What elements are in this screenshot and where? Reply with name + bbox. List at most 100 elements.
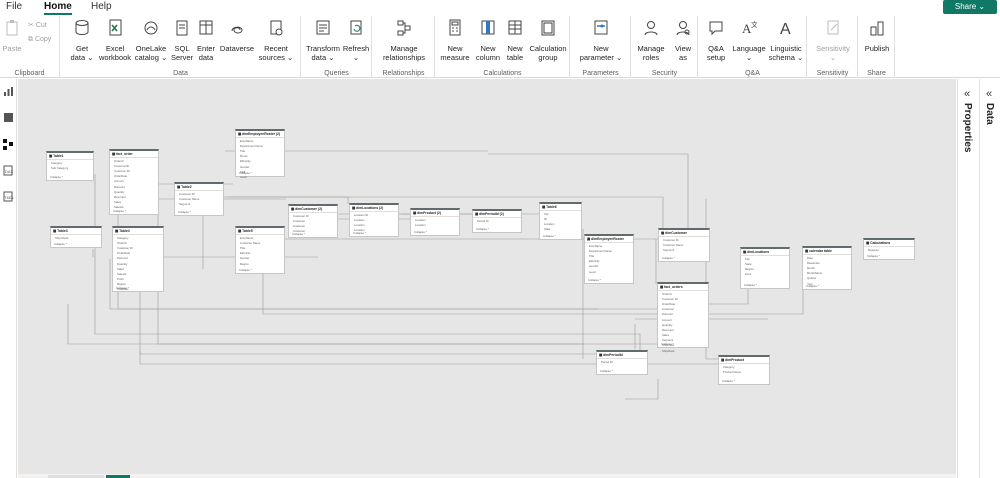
- collapse-fields-toggle[interactable]: Collapse ^: [236, 268, 255, 272]
- collapse-fields-toggle[interactable]: Collapse ^: [113, 286, 132, 290]
- table-card-title[interactable]: ▦ Table3: [51, 228, 101, 235]
- collapse-fields-toggle[interactable]: Collapse ^: [175, 210, 194, 214]
- table-card-title[interactable]: ▦ calendar table: [803, 248, 851, 255]
- model-table-card[interactable]: ▦ dimPeriodId (2) Period ID Collapse ^: [472, 209, 522, 233]
- collapse-fields-toggle[interactable]: Collapse ^: [411, 230, 430, 234]
- model-table-card[interactable]: ▦ Table4 Category OrderId Customer ID OrderD…: [112, 226, 164, 292]
- table-field[interactable]: Product Name: [719, 369, 769, 374]
- collapse-fields-toggle[interactable]: Collapse ^: [658, 342, 677, 346]
- collapse-fields-toggle[interactable]: Collapse ^: [289, 232, 308, 236]
- model-table-card[interactable]: ▦ Table6 City ID Location State Collapse ^: [539, 202, 582, 240]
- model-table-card[interactable]: ▦ calendar table Date DateIndex Month MonthN…: [802, 246, 852, 290]
- recent-sources-button[interactable]: Recent sources ⌄: [258, 19, 294, 62]
- report-view-icon[interactable]: [3, 86, 14, 97]
- table-card-title[interactable]: ▦ dimEmployeeRoster: [585, 236, 633, 243]
- sensitivity-button[interactable]: Sensitivity ⌄: [812, 19, 854, 62]
- table-view-icon[interactable]: [3, 112, 14, 123]
- collapse-fields-toggle[interactable]: Collapse ^: [473, 227, 492, 231]
- expand-data-icon[interactable]: «: [986, 88, 992, 100]
- model-table-card[interactable]: ▦ dimPeriodId Period ID Collapse ^: [596, 350, 648, 375]
- collapse-fields-toggle[interactable]: Collapse ^: [719, 379, 738, 383]
- enter-data-button[interactable]: Enter data: [195, 19, 217, 62]
- model-table-card[interactable]: ▦ dimCustomer Customer ID Customer Name Seg…: [658, 228, 710, 262]
- table-card-title[interactable]: ▦ dimLocations: [741, 249, 789, 256]
- linguistic-schema-button[interactable]: A Linguistic schema ⌄: [767, 19, 805, 62]
- table-field[interactable]: Segment: [175, 201, 223, 206]
- dataverse-button[interactable]: Dataverse: [219, 19, 255, 53]
- model-table-card[interactable]: ▦ dimProduct (2) Location Location Collapse…: [410, 208, 460, 236]
- model-table-card[interactable]: ▦ fact_order OrderId CustomerID Customer ID…: [109, 149, 159, 215]
- tab-file[interactable]: File: [6, 0, 22, 13]
- calculation-group-button[interactable]: Calculation group: [528, 19, 568, 62]
- table-card-title[interactable]: ▦ fact_order: [110, 151, 158, 158]
- model-table-card[interactable]: ▦ dimEmployeeRoster (2) EmpName Department…: [235, 129, 285, 179]
- properties-title[interactable]: Properties: [962, 103, 973, 152]
- table-field[interactable]: Period ID: [597, 359, 647, 364]
- table-field[interactable]: State: [540, 227, 581, 232]
- table-field[interactable]: Measure: [864, 247, 914, 252]
- manage-roles-button[interactable]: Manage roles: [634, 19, 668, 62]
- collapse-fields-toggle[interactable]: Collapse ^: [51, 242, 70, 246]
- table-field[interactable]: Zone: [741, 272, 789, 277]
- table-field[interactable]: Segment: [659, 247, 709, 252]
- collapse-fields-toggle[interactable]: Collapse ^: [864, 254, 883, 258]
- table-card-title[interactable]: ▦ Table5: [236, 228, 284, 235]
- table-card-title[interactable]: ▦ dimPeriodId: [597, 352, 647, 359]
- collapse-fields-toggle[interactable]: Collapse ^: [597, 369, 616, 373]
- collapse-fields-toggle[interactable]: Collapse ^: [350, 231, 369, 235]
- new-table-button[interactable]: New table: [504, 19, 526, 62]
- collapse-fields-toggle[interactable]: Collapse ^: [741, 283, 760, 287]
- table-card-title[interactable]: ▦ dimLocations (2): [350, 205, 398, 212]
- table-card-title[interactable]: ▦ dimPeriodId (2): [473, 211, 521, 218]
- excel-workbook-button[interactable]: Excel workbook: [98, 19, 132, 62]
- table-card-title[interactable]: ▦ dimCustomer: [659, 230, 709, 237]
- new-measure-button[interactable]: New measure: [438, 19, 472, 62]
- get-data-button[interactable]: Get data ⌄: [67, 19, 97, 62]
- table-card-title[interactable]: ▦ Table6: [540, 204, 581, 211]
- table-card-title[interactable]: ▦ Calculations: [864, 240, 914, 247]
- cut-button[interactable]: ✂ Cut: [28, 21, 47, 29]
- sql-server-button[interactable]: SQL Server: [170, 19, 194, 62]
- table-card-title[interactable]: ▦ fact_orders: [658, 284, 708, 291]
- qa-setup-button[interactable]: Q&A setup: [701, 19, 731, 62]
- table-card-title[interactable]: ▦ dimProduct (2): [411, 210, 459, 217]
- model-table-card[interactable]: ▦ dimProduct Category Product Name Collapse…: [718, 355, 770, 385]
- model-table-card[interactable]: ▦ fact_orders OrderId Customer ID OrderDate…: [657, 282, 709, 353]
- table-field[interactable]: Level: [236, 174, 284, 179]
- collapse-fields-toggle[interactable]: Collapse ^: [236, 171, 255, 175]
- collapse-fields-toggle[interactable]: Collapse ^: [47, 175, 66, 179]
- table-field[interactable]: Period ID: [473, 218, 521, 223]
- model-table-card[interactable]: ▦ dimLocations City State Region Zone Collaps…: [740, 247, 790, 289]
- table-field[interactable]: Level: [585, 269, 633, 274]
- model-table-card[interactable]: ▦ Calculations Measure Collapse ^: [863, 238, 915, 260]
- tab-home[interactable]: Home: [44, 0, 72, 15]
- refresh-button[interactable]: Refresh ⌄: [342, 19, 370, 62]
- share-button[interactable]: Share ⌄: [943, 0, 997, 14]
- collapse-fields-toggle[interactable]: Collapse ^: [803, 284, 822, 288]
- data-title[interactable]: Data: [984, 103, 995, 125]
- collapse-fields-toggle[interactable]: Collapse ^: [659, 256, 678, 260]
- tmdl-view-icon[interactable]: TMDL: [3, 191, 14, 202]
- table-field[interactable]: ShipMode: [658, 348, 708, 353]
- tab-help[interactable]: Help: [91, 0, 112, 13]
- table-field[interactable]: Location: [411, 222, 459, 227]
- manage-relationships-button[interactable]: Manage relationships: [377, 19, 431, 62]
- collapse-fields-toggle[interactable]: Collapse ^: [585, 278, 604, 282]
- model-table-card[interactable]: ▦ Table3 Ship Mode Collapse ^: [50, 226, 102, 248]
- transform-data-button[interactable]: Transform data ⌄: [306, 19, 340, 62]
- table-card-title[interactable]: ▦ Table2: [175, 184, 223, 191]
- onelake-catalog-button[interactable]: OneLake catalog ⌄: [134, 19, 168, 62]
- collapse-fields-toggle[interactable]: Collapse ^: [540, 234, 559, 238]
- table-card-title[interactable]: ▦ Table4: [113, 228, 163, 235]
- model-view-icon[interactable]: [3, 139, 14, 150]
- model-table-card[interactable]: ▦ dimCustomer (2) Customer ID Customer Cust…: [288, 204, 338, 238]
- model-table-card[interactable]: ▦ dimEmployeeRoster EmpName Department Nam…: [584, 234, 634, 284]
- copy-button[interactable]: ⧉ Copy: [28, 36, 51, 44]
- new-column-button[interactable]: New column: [474, 19, 502, 62]
- collapse-fields-toggle[interactable]: Collapse ^: [110, 209, 129, 213]
- table-card-title[interactable]: ▦ dimCustomer (2): [289, 206, 337, 213]
- table-field[interactable]: Region: [236, 261, 284, 266]
- publish-button[interactable]: Publish: [861, 19, 893, 53]
- table-field[interactable]: Ship Mode: [51, 235, 101, 240]
- table-card-title[interactable]: ▦ dimEmployeeRoster (2): [236, 131, 284, 138]
